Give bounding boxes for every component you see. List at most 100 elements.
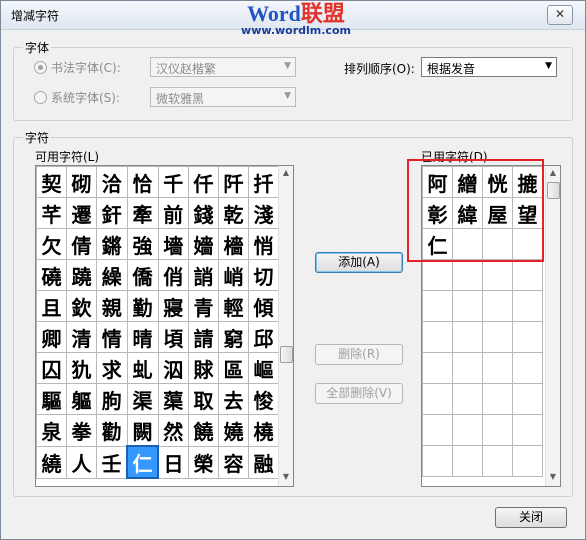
char-cell[interactable]: 饒	[188, 414, 219, 447]
char-cell[interactable]: 阡	[218, 166, 249, 198]
char-cell[interactable]: 倩	[66, 228, 97, 260]
char-cell[interactable]: 勸	[96, 414, 128, 447]
char-cell[interactable]: 蹺	[66, 259, 97, 291]
char-cell[interactable]: 仟	[188, 166, 219, 198]
char-cell[interactable]	[452, 383, 483, 415]
char-cell[interactable]	[482, 321, 513, 353]
close-icon[interactable]: ✕	[547, 5, 573, 25]
delete-button[interactable]: 删除(R)	[315, 344, 403, 365]
char-cell[interactable]: 釬	[96, 197, 128, 229]
char-cell[interactable]: 仁	[126, 445, 159, 479]
char-cell[interactable]: 軀	[66, 383, 97, 415]
char-cell[interactable]: 牽	[126, 197, 159, 229]
char-cell[interactable]: 闕	[126, 414, 159, 447]
char-cell[interactable]	[422, 383, 453, 415]
char-cell[interactable]: 切	[248, 259, 279, 291]
char-cell[interactable]: 容	[218, 445, 249, 479]
char-cell[interactable]: 恰	[126, 166, 159, 198]
char-cell[interactable]: 遷	[66, 197, 97, 229]
char-cell[interactable]: 區	[218, 352, 249, 384]
char-cell[interactable]: 泅	[157, 352, 189, 384]
char-cell[interactable]	[452, 290, 483, 322]
char-cell[interactable]: 欠	[36, 228, 67, 260]
char-cell[interactable]: 欽	[66, 290, 97, 322]
char-cell[interactable]: 嬈	[218, 414, 249, 447]
char-cell[interactable]: 人	[66, 445, 97, 479]
char-cell[interactable]: 橈	[248, 414, 279, 447]
scroll-down-icon[interactable]: ▼	[279, 470, 293, 484]
char-cell[interactable]: 洽	[96, 166, 128, 198]
char-cell[interactable]: 頃	[157, 321, 189, 353]
available-scrollbar[interactable]: ▲ ▼	[278, 166, 293, 486]
sort-order-select[interactable]: 根据发音 ▼	[421, 57, 557, 77]
char-cell[interactable]: 取	[188, 383, 219, 415]
char-cell[interactable]: 僑	[126, 259, 159, 291]
char-cell[interactable]: 俏	[157, 259, 189, 291]
char-cell[interactable]: 勤	[126, 290, 159, 322]
char-cell[interactable]: 強	[126, 228, 159, 260]
char-cell[interactable]: 檣	[218, 228, 249, 260]
char-cell[interactable]: 扦	[248, 166, 279, 198]
char-cell[interactable]	[452, 259, 483, 291]
char-cell[interactable]: 窮	[218, 321, 249, 353]
char-cell[interactable]	[512, 414, 543, 446]
char-cell[interactable]: 繞	[36, 445, 67, 479]
char-cell[interactable]: 榮	[188, 445, 219, 479]
char-cell[interactable]: 悄	[248, 228, 279, 260]
scroll-thumb[interactable]	[547, 182, 560, 199]
char-cell[interactable]: 乾	[218, 197, 249, 229]
char-cell[interactable]: 寢	[157, 290, 189, 322]
char-cell[interactable]	[512, 321, 543, 353]
char-cell[interactable]	[422, 290, 453, 322]
char-cell[interactable]: 親	[96, 290, 128, 322]
char-cell[interactable]	[512, 290, 543, 322]
char-cell[interactable]: 賕	[188, 352, 219, 384]
char-cell[interactable]: 千	[157, 166, 189, 198]
char-cell[interactable]: 墻	[157, 228, 189, 260]
char-cell[interactable]: 錢	[188, 197, 219, 229]
char-cell[interactable]: 且	[36, 290, 67, 322]
calligraphy-font-radio[interactable]: 书法字体(C):	[34, 59, 121, 76]
char-cell[interactable]: 芊	[36, 197, 67, 229]
char-cell[interactable]	[452, 352, 483, 384]
char-cell[interactable]	[482, 259, 513, 291]
char-cell[interactable]	[512, 259, 543, 291]
char-cell[interactable]: 日	[157, 445, 189, 479]
char-cell[interactable]	[422, 321, 453, 353]
char-cell[interactable]: 情	[96, 321, 128, 353]
char-cell[interactable]: 繰	[96, 259, 128, 291]
char-cell[interactable]: 清	[66, 321, 97, 353]
available-chars-grid[interactable]: 契砌洽恰千仟阡扦芊遷釬牽前錢乾淺欠倩鏘強墻嬙檣悄磽蹺繰僑俏誚峭切且欽親勤寢青輕傾…	[35, 165, 294, 487]
char-cell[interactable]	[422, 259, 453, 291]
char-cell[interactable]	[482, 414, 513, 446]
char-cell[interactable]: 磽	[36, 259, 67, 291]
char-cell[interactable]: 契	[36, 166, 67, 198]
char-cell[interactable]	[452, 414, 483, 446]
calligraphy-font-select[interactable]: 汉仪赵楷繁 ▼	[150, 57, 296, 77]
char-cell[interactable]: 請	[188, 321, 219, 353]
char-cell[interactable]: 邱	[248, 321, 279, 353]
char-cell[interactable]	[482, 352, 513, 384]
char-cell[interactable]: 融	[248, 445, 279, 479]
char-cell[interactable]: 朐	[96, 383, 128, 415]
add-button[interactable]: 添加(A)	[315, 252, 403, 273]
char-cell[interactable]: 壬	[96, 445, 128, 479]
char-cell[interactable]: 誚	[188, 259, 219, 291]
scroll-up-icon[interactable]: ▲	[546, 166, 560, 180]
char-cell[interactable]	[512, 445, 543, 477]
char-cell[interactable]: 囚	[36, 352, 67, 384]
char-cell[interactable]: 嶇	[248, 352, 279, 384]
char-cell[interactable]: 晴	[126, 321, 159, 353]
char-cell[interactable]: 青	[188, 290, 219, 322]
char-cell[interactable]	[482, 383, 513, 415]
char-cell[interactable]: 蕖	[157, 383, 189, 415]
char-cell[interactable]: 犰	[66, 352, 97, 384]
char-cell[interactable]: 虬	[126, 352, 159, 384]
char-cell[interactable]: 傾	[248, 290, 279, 322]
char-cell[interactable]	[482, 290, 513, 322]
scroll-up-icon[interactable]: ▲	[279, 166, 293, 180]
char-cell[interactable]	[512, 383, 543, 415]
char-cell[interactable]: 去	[218, 383, 249, 415]
char-cell[interactable]	[422, 445, 453, 477]
char-cell[interactable]	[512, 352, 543, 384]
